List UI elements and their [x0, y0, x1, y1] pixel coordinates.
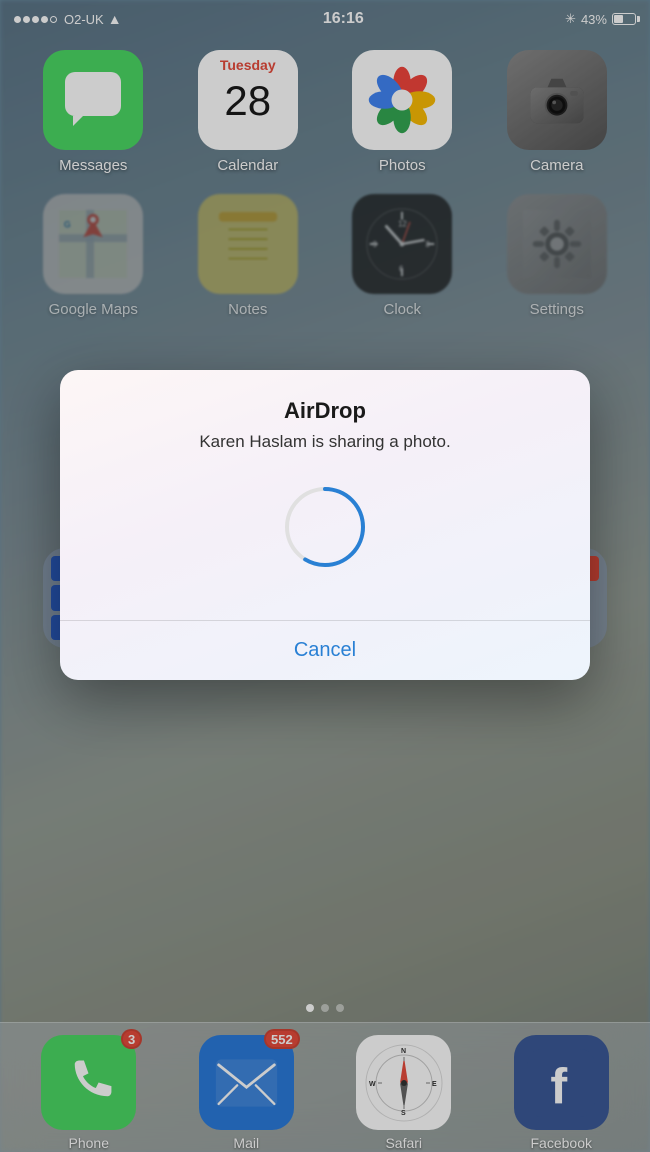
airdrop-modal: AirDrop Karen Haslam is sharing a photo.…	[60, 370, 590, 680]
cancel-button[interactable]: Cancel	[60, 621, 590, 680]
airdrop-spinner	[280, 482, 370, 572]
modal-body: AirDrop Karen Haslam is sharing a photo.	[60, 370, 590, 620]
modal-title: AirDrop	[284, 398, 366, 424]
modal-subtitle: Karen Haslam is sharing a photo.	[199, 432, 450, 452]
spinner-container	[280, 482, 370, 572]
